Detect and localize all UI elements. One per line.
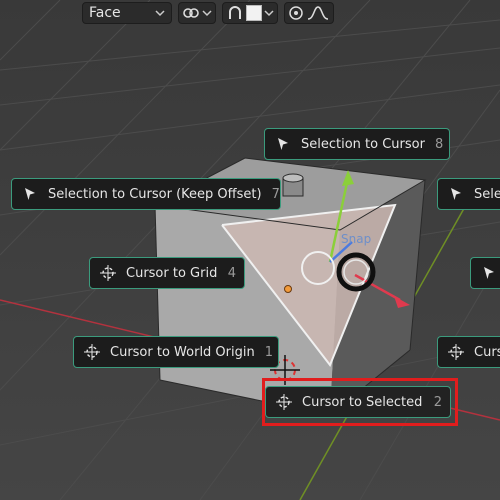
transform-pivot-button[interactable] (178, 2, 216, 24)
light-gizmo-icon (282, 173, 304, 197)
pie-item-label: Cursor to Grid (126, 265, 218, 281)
magnet-icon (229, 6, 241, 19)
pie-item-cursor-to-world-origin[interactable]: Cursor to World Origin 1 (73, 336, 279, 368)
cursor-arrow-icon (481, 265, 497, 281)
chevron-down-icon (155, 10, 165, 17)
proportional-edit-button[interactable] (284, 2, 334, 24)
pie-item-shortcut: 8 (434, 136, 444, 152)
pie-item-selection-to-active[interactable]: Selec (437, 178, 500, 210)
pie-item-shortcut: 1 (264, 344, 274, 360)
snap-toggle-button[interactable] (222, 2, 278, 24)
chevron-down-icon (264, 10, 274, 17)
chevron-down-icon (202, 10, 212, 17)
pie-item-label: Cursor to World Origin (110, 344, 255, 360)
select-mode-value: Face (89, 5, 121, 21)
link-icon (183, 8, 199, 18)
3d-viewport[interactable] (0, 0, 500, 500)
select-mode-dropdown[interactable]: Face (82, 2, 172, 24)
3d-cursor-icon (448, 344, 464, 360)
pie-item-cursor-to-grid[interactable]: Cursor to Grid 4 (89, 257, 245, 289)
object-origin-dot (284, 285, 292, 293)
3d-cursor-icon (100, 265, 116, 281)
pie-item-label: Selection to Cursor (Keep Offset) (48, 186, 262, 202)
snap-label: Snap (341, 232, 372, 246)
snap-element-swatch (246, 5, 262, 21)
pie-item-selection-to-grid[interactable] (470, 257, 500, 289)
pie-item-shortcut: 7 (271, 186, 280, 202)
falloff-curve-icon (307, 6, 329, 20)
cursor-arrow-icon (22, 186, 38, 202)
proportional-edit-icon (289, 6, 303, 20)
pie-item-label: Selection to Cursor (301, 136, 425, 152)
pie-item-selection-to-cursor[interactable]: Selection to Cursor 8 (264, 128, 450, 160)
cursor-arrow-icon (275, 136, 291, 152)
pie-item-cursor-to-active[interactable]: Curs (437, 336, 500, 368)
pie-item-shortcut: 4 (227, 265, 236, 281)
3d-cursor-icon (84, 344, 100, 360)
pie-item-selection-to-cursor-keep-offset[interactable]: Selection to Cursor (Keep Offset) 7 (11, 178, 281, 210)
pie-item-label: Curs (474, 344, 500, 360)
pie-item-shortcut: 2 (433, 394, 442, 410)
viewport-header-toolbar: Face (82, 0, 342, 26)
pie-item-label: Selec (474, 186, 500, 202)
cursor-arrow-icon (448, 186, 464, 202)
3d-cursor-icon (276, 394, 292, 410)
pie-item-label: Cursor to Selected (302, 394, 423, 410)
pie-item-cursor-to-selected[interactable]: Cursor to Selected 2 (265, 386, 451, 418)
